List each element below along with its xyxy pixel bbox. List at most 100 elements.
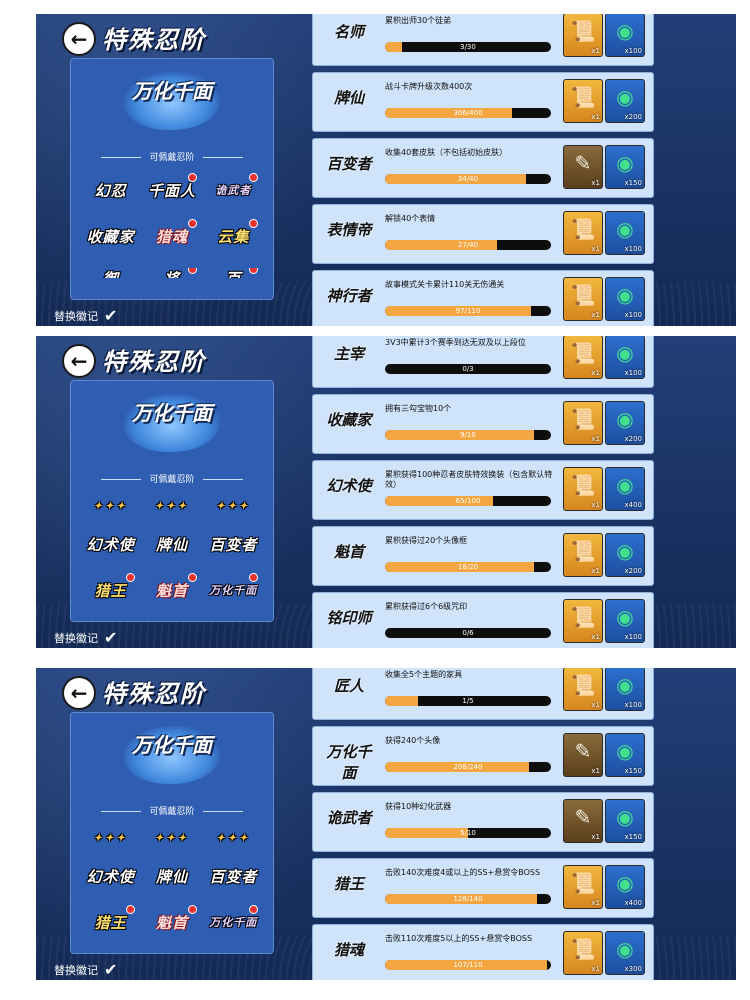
achievement-row[interactable]: 铭印师 累积获得过6个6级咒印 0/6 📜 x1 ◉ x100 bbox=[312, 592, 654, 648]
achievement-row[interactable]: 百变者 收集40套皮肤（不包括初始皮肤） 34/40 ✎ x1 ◉ x150 bbox=[312, 138, 654, 198]
reward-count: x100 bbox=[624, 47, 642, 55]
reward-item-scroll[interactable]: 📜 x1 bbox=[563, 336, 603, 379]
rank-badge[interactable]: 幻术使 bbox=[80, 862, 141, 890]
featured-emblem[interactable]: 万化千面 bbox=[124, 72, 220, 130]
reward-item-scroll[interactable]: 📜 x1 bbox=[563, 599, 603, 643]
rank-badge[interactable]: ✦✦✦ bbox=[80, 498, 141, 512]
rank-badge[interactable]: 猎王 bbox=[80, 905, 141, 936]
reward-count: x150 bbox=[624, 767, 642, 775]
reward-item-magatama[interactable]: ◉ x400 bbox=[605, 865, 645, 909]
reward-item-magatama[interactable]: ◉ x100 bbox=[605, 14, 645, 57]
achievement-row[interactable]: 名师 累积出师30个徒弟 3/30 📜 x1 ◉ x100 bbox=[312, 14, 654, 66]
new-indicator-dot bbox=[187, 219, 197, 228]
reward-item-scroll[interactable]: ✎ x1 bbox=[563, 145, 603, 189]
back-button[interactable]: ← bbox=[62, 22, 96, 56]
achievement-badge: 名师 bbox=[333, 23, 364, 41]
reward-item-magatama[interactable]: ◉ x100 bbox=[605, 211, 645, 255]
reward-count: x200 bbox=[624, 435, 642, 443]
checkmark-icon: ✔ bbox=[104, 960, 118, 979]
reward-count: x1 bbox=[591, 369, 600, 377]
rank-badge-label: ✦✦✦ bbox=[216, 833, 251, 844]
achievement-row[interactable]: 神行者 故事模式关卡累计110关无伤通关 97/110 📜 x1 ◉ x100 bbox=[312, 270, 654, 326]
achievement-row[interactable]: 猎魂 击败110次难度5以上的SS+悬赏令BOSS 107/110 📜 x1 ◉ x300 bbox=[312, 924, 654, 980]
green-magatama-icon: ◉ bbox=[616, 937, 634, 961]
achievement-description: 累积获得过6个6级咒印 bbox=[385, 602, 468, 611]
reward-item-magatama[interactable]: ◉ x200 bbox=[605, 401, 645, 445]
reward-item-magatama[interactable]: ◉ x100 bbox=[605, 668, 645, 711]
replace-emblem-toggle[interactable]: 替换徽记 ✔ bbox=[54, 628, 117, 647]
rank-badge[interactable]: ✦✦✦ bbox=[141, 498, 202, 512]
rank-badge[interactable]: 牌仙 bbox=[141, 862, 202, 890]
reward-item-magatama[interactable]: ◉ x400 bbox=[605, 467, 645, 511]
reward-item-magatama[interactable]: ◉ x100 bbox=[605, 277, 645, 321]
reward-item-scroll[interactable]: 📜 x1 bbox=[563, 79, 603, 123]
reward-item-scroll[interactable]: 📜 x1 bbox=[563, 668, 603, 711]
achievement-row[interactable]: 收藏家 拥有三勾宝物10个 9/10 📜 x1 ◉ x200 bbox=[312, 394, 654, 454]
reward-item-scroll[interactable]: 📜 x1 bbox=[563, 211, 603, 255]
reward-item-magatama[interactable]: ◉ x150 bbox=[605, 145, 645, 189]
rank-badge[interactable]: 猎王 bbox=[80, 573, 141, 604]
replace-emblem-label: 替换徽记 bbox=[54, 631, 98, 645]
achievement-row[interactable]: 主宰 3V3中累计3个赛季到达无双及以上段位 0/3 📜 x1 ◉ x100 bbox=[312, 336, 654, 388]
rank-badge[interactable]: 百变者 bbox=[203, 862, 264, 890]
achievement-row[interactable]: 表情帝 解锁40个表情 27/40 📜 x1 ◉ x100 bbox=[312, 204, 654, 264]
reward-item-magatama[interactable]: ◉ x200 bbox=[605, 533, 645, 577]
reward-item-scroll[interactable]: 📜 x1 bbox=[563, 467, 603, 511]
rank-badge[interactable]: 千面人 bbox=[141, 173, 202, 204]
replace-emblem-toggle[interactable]: 替换徽记 ✔ bbox=[54, 960, 117, 979]
reward-item-magatama[interactable]: ◉ x150 bbox=[605, 799, 645, 843]
rank-badge[interactable]: 百变者 bbox=[203, 530, 264, 558]
rank-badge[interactable]: 将 bbox=[141, 268, 202, 278]
achievement-row[interactable]: 匠人 收集全5个主题的家具 1/5 📜 x1 ◉ x100 bbox=[312, 668, 654, 720]
reward-item-magatama[interactable]: ◉ x150 bbox=[605, 733, 645, 777]
achievement-description: 解锁40个表情 bbox=[385, 214, 436, 223]
rank-badge[interactable]: 万化千面 bbox=[203, 905, 264, 936]
rank-badge[interactable]: 幻术使 bbox=[80, 530, 141, 558]
progress-bar: 0/6 bbox=[385, 628, 551, 638]
replace-emblem-toggle[interactable]: 替换徽记 ✔ bbox=[54, 306, 117, 325]
rank-badge[interactable]: 猎魂 bbox=[141, 219, 202, 250]
green-magatama-icon: ◉ bbox=[616, 473, 634, 497]
rank-badge[interactable]: 御 bbox=[80, 268, 141, 278]
achievement-row[interactable]: 万化千面 获得240个头像 208/240 ✎ x1 ◉ x150 bbox=[312, 726, 654, 786]
rank-badge[interactable]: 魁首 bbox=[141, 905, 202, 936]
achievement-row[interactable]: 猎王 击败140次难度4或以上的SS+悬赏令BOSS 128/140 📜 x1 ◉ x400 bbox=[312, 858, 654, 918]
progress-text: 97/110 bbox=[455, 307, 481, 315]
featured-emblem[interactable]: 万化千面 bbox=[124, 394, 220, 452]
rank-badge[interactable]: 万化千面 bbox=[203, 573, 264, 604]
rank-badge[interactable]: 魁首 bbox=[141, 573, 202, 604]
achievement-row[interactable]: 牌仙 战斗卡牌升级次数400次 306/400 📜 x1 ◉ x200 bbox=[312, 72, 654, 132]
reward-item-scroll[interactable]: ✎ x1 bbox=[563, 733, 603, 777]
reward-item-scroll[interactable]: 📜 x1 bbox=[563, 14, 603, 57]
rank-badge[interactable]: 幻忍 bbox=[80, 176, 141, 204]
rank-badge[interactable]: ✦✦✦ bbox=[203, 830, 264, 844]
reward-item-magatama[interactable]: ◉ x200 bbox=[605, 79, 645, 123]
rank-badge[interactable]: 牌仙 bbox=[141, 530, 202, 558]
reward-item-scroll[interactable]: 📜 x1 bbox=[563, 931, 603, 975]
rank-badge-label: ✦✦✦ bbox=[154, 833, 190, 844]
reward-item-scroll[interactable]: 📜 x1 bbox=[563, 277, 603, 321]
rank-badge[interactable]: ✦✦✦ bbox=[203, 498, 264, 512]
reward-item-magatama[interactable]: ◉ x300 bbox=[605, 931, 645, 975]
reward-item-scroll[interactable]: 📜 x1 bbox=[563, 533, 603, 577]
rank-badge[interactable]: ✦✦✦ bbox=[80, 830, 141, 844]
rank-badge-label: 猎王 bbox=[94, 913, 127, 932]
replace-emblem-label: 替换徽记 bbox=[54, 963, 98, 977]
rank-badge[interactable]: 百 bbox=[203, 268, 264, 278]
back-button[interactable]: ← bbox=[62, 676, 96, 710]
reward-item-scroll[interactable]: ✎ x1 bbox=[563, 799, 603, 843]
achievement-row[interactable]: 幻术使 累积获得100种忍者皮肤特效换装（包含默认特效） 65/100 📜 x1 ◉ x40… bbox=[312, 460, 654, 520]
reward-item-scroll[interactable]: 📜 x1 bbox=[563, 401, 603, 445]
rank-badge[interactable]: 收藏家 bbox=[80, 222, 141, 250]
reward-item-magatama[interactable]: ◉ x100 bbox=[605, 599, 645, 643]
reward-item-scroll[interactable]: 📜 x1 bbox=[563, 865, 603, 909]
reward-item-magatama[interactable]: ◉ x100 bbox=[605, 336, 645, 379]
achievement-row[interactable]: 魁首 累积获得过20个头像框 18/20 📜 x1 ◉ x200 bbox=[312, 526, 654, 586]
rank-badge[interactable]: 云集 bbox=[203, 219, 264, 250]
gold-scroll-icon: 📜 bbox=[570, 407, 596, 431]
rank-badge[interactable]: 诡武者 bbox=[203, 173, 264, 204]
achievement-row[interactable]: 诡武者 获得10种幻化武器 5/10 ✎ x1 ◉ x150 bbox=[312, 792, 654, 852]
featured-emblem[interactable]: 万化千面 bbox=[124, 726, 220, 784]
back-button[interactable]: ← bbox=[62, 344, 96, 378]
rank-badge[interactable]: ✦✦✦ bbox=[141, 830, 202, 844]
